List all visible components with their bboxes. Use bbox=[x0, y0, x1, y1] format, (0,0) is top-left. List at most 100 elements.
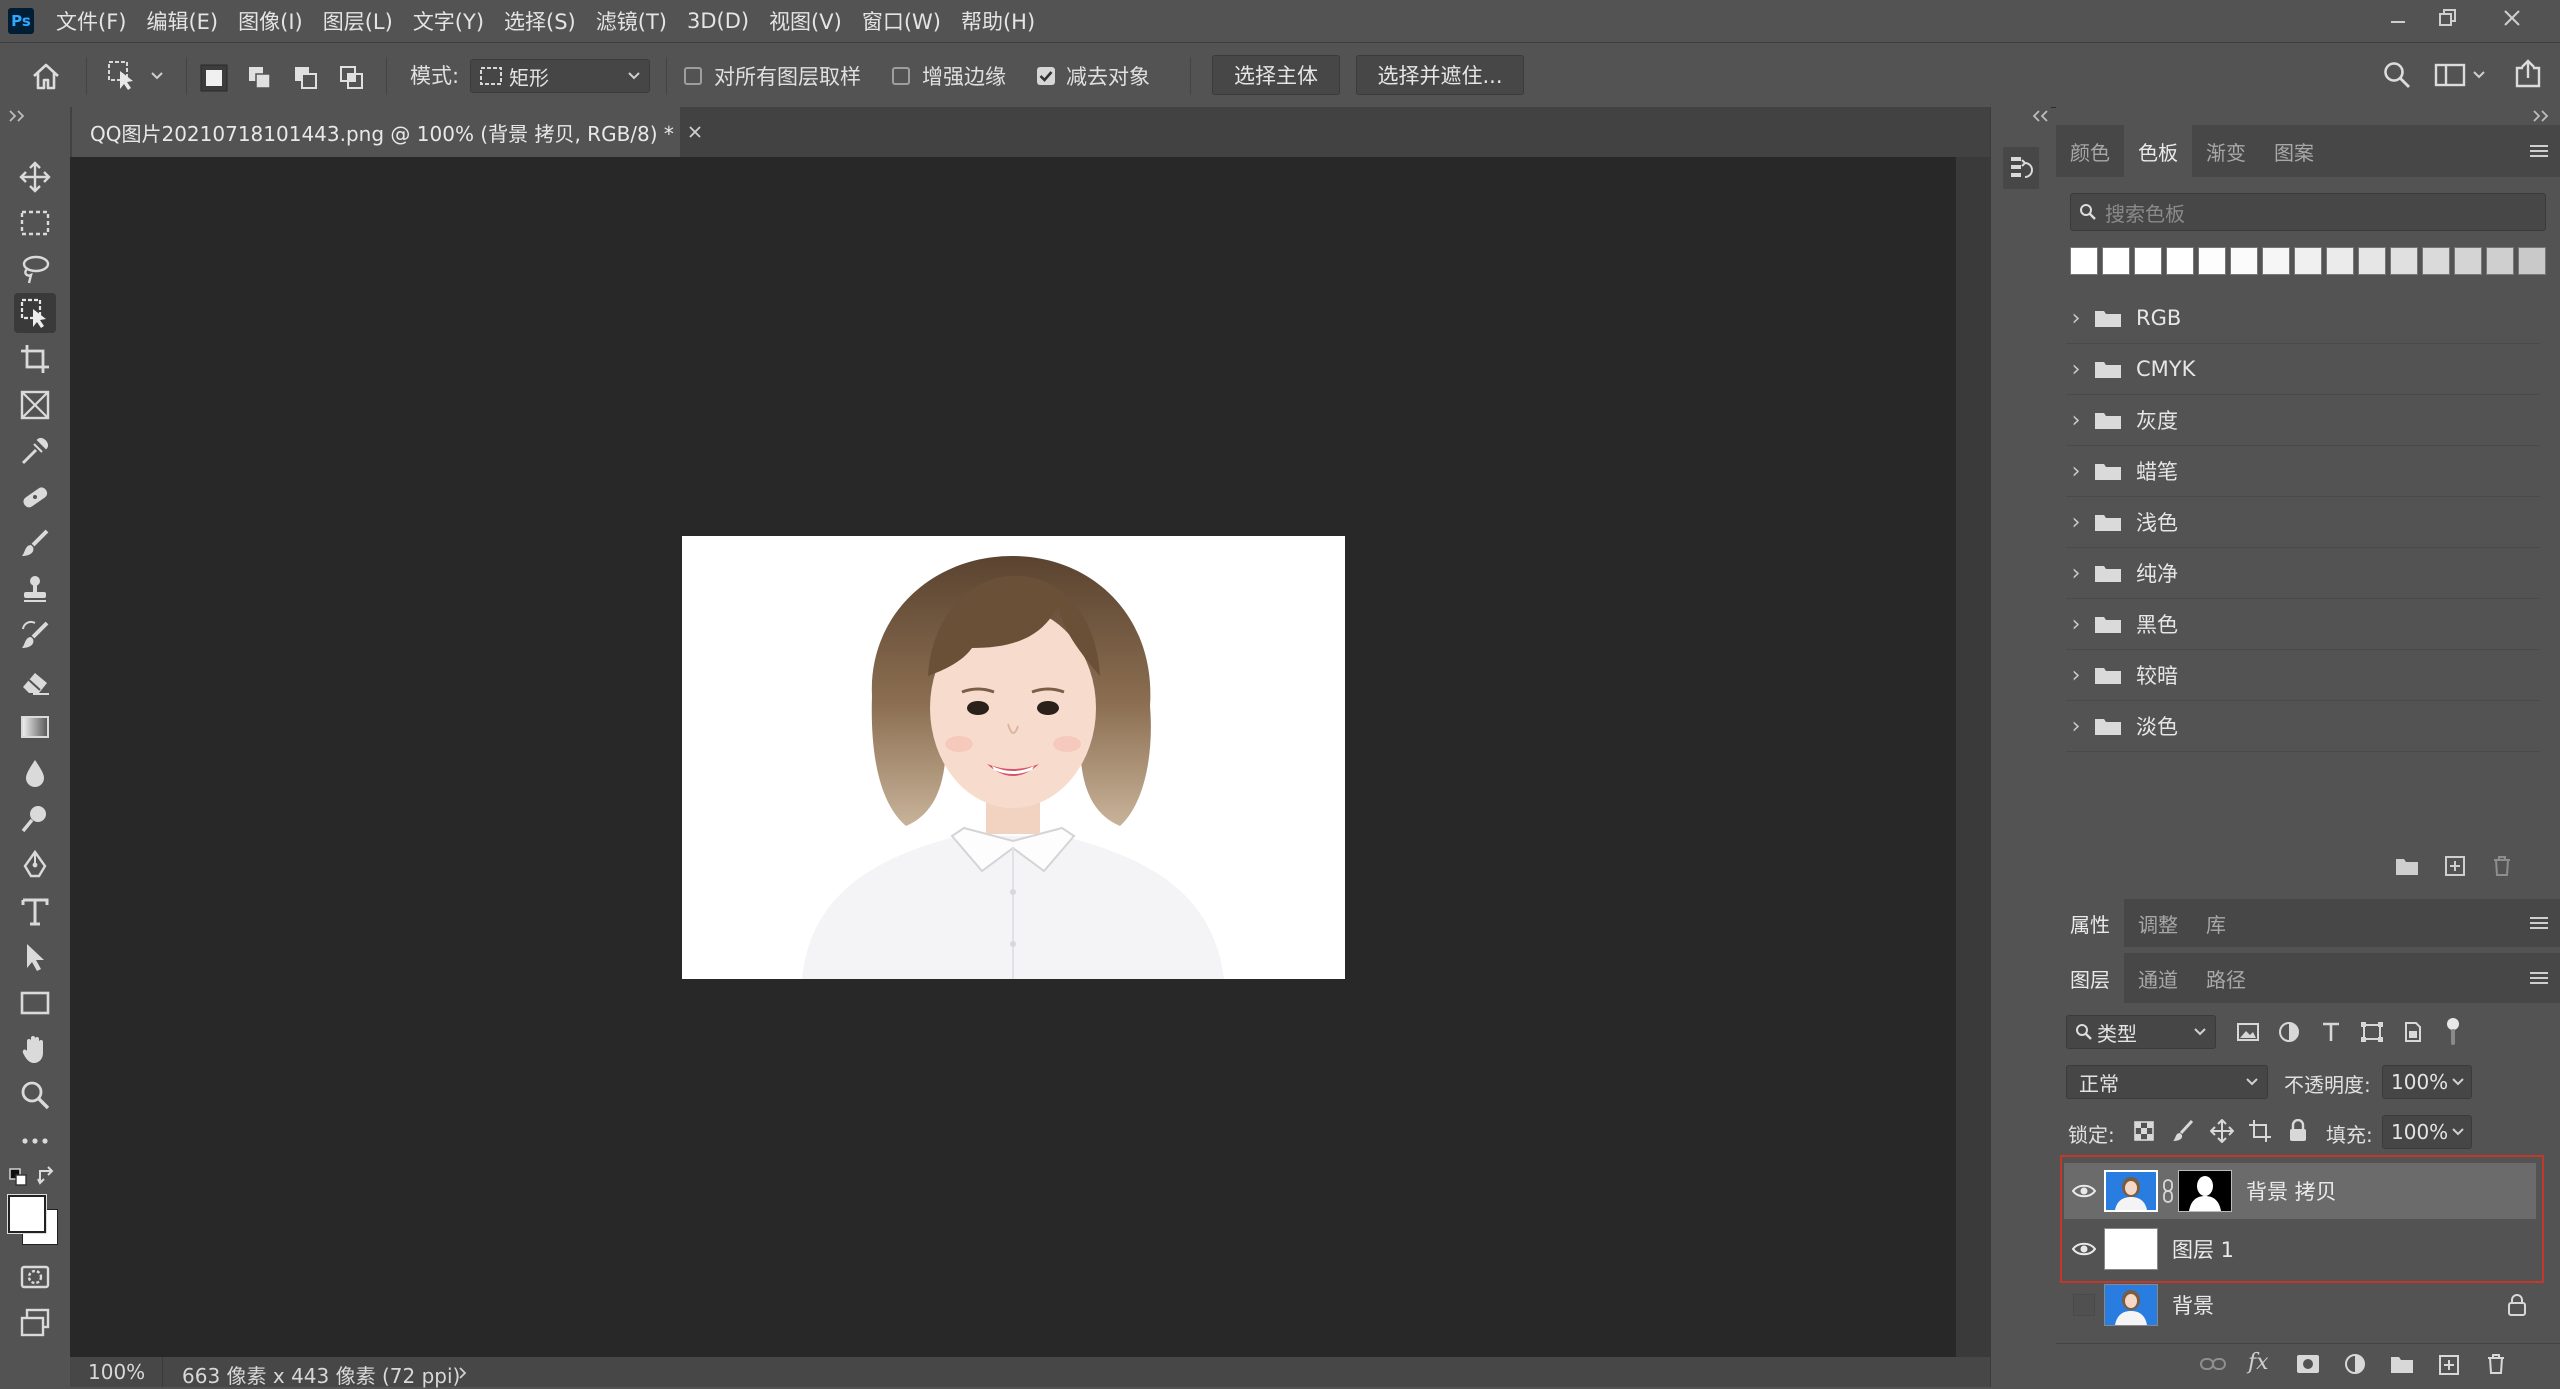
swatch-group-light[interactable]: › 浅色 bbox=[2066, 497, 2540, 548]
menu-3d[interactable]: 3D(D) bbox=[677, 9, 759, 33]
swatch[interactable] bbox=[2230, 247, 2258, 275]
tab-libraries[interactable]: 库 bbox=[2192, 899, 2240, 947]
filter-adjustment-icon[interactable] bbox=[2278, 1021, 2300, 1043]
select-subject-button[interactable]: 选择主体 bbox=[1212, 55, 1340, 95]
minimize-button[interactable] bbox=[2370, 0, 2426, 36]
history-brush-tool-icon[interactable] bbox=[14, 615, 56, 655]
link-icon[interactable] bbox=[2162, 1179, 2174, 1203]
swatch-group-pastel[interactable]: › 蜡笔 bbox=[2066, 446, 2540, 497]
swatch-search-input[interactable]: 搜索色板 bbox=[2070, 193, 2546, 231]
menu-type[interactable]: 文字(Y) bbox=[403, 6, 494, 36]
blur-tool-icon[interactable] bbox=[14, 753, 56, 793]
default-colors-icon[interactable] bbox=[8, 1167, 30, 1189]
menu-file[interactable]: 文件(F) bbox=[46, 6, 136, 36]
select-and-mask-button[interactable]: 选择并遮住... bbox=[1356, 55, 1524, 95]
panel-menu-icon[interactable] bbox=[2528, 143, 2550, 159]
layer-mask-thumbnail[interactable] bbox=[2178, 1170, 2232, 1212]
dodge-tool-icon[interactable] bbox=[14, 799, 56, 839]
document-canvas[interactable] bbox=[682, 536, 1345, 979]
pen-tool-icon[interactable] bbox=[14, 845, 56, 885]
lock-artboard-icon[interactable] bbox=[2248, 1119, 2272, 1143]
more-tools-icon[interactable] bbox=[14, 1121, 56, 1161]
menu-view[interactable]: 视图(V) bbox=[759, 6, 852, 36]
expand-dock-icon[interactable] bbox=[2031, 109, 2051, 123]
swatch[interactable] bbox=[2326, 247, 2354, 275]
new-layer-icon[interactable] bbox=[2438, 1354, 2460, 1376]
lock-position-icon[interactable] bbox=[2210, 1119, 2234, 1143]
intersect-selection-icon[interactable] bbox=[338, 64, 366, 92]
swatch[interactable] bbox=[2358, 247, 2386, 275]
tab-adjustments[interactable]: 调整 bbox=[2124, 899, 2192, 947]
brush-tool-icon[interactable] bbox=[14, 523, 56, 563]
healing-brush-tool-icon[interactable] bbox=[14, 477, 56, 517]
layer-name[interactable]: 背景 拷贝 bbox=[2246, 1176, 2337, 1206]
home-icon[interactable] bbox=[30, 61, 62, 91]
add-to-selection-icon[interactable] bbox=[246, 64, 274, 92]
lasso-tool-icon[interactable] bbox=[14, 249, 56, 289]
link-layers-icon[interactable] bbox=[2200, 1356, 2226, 1372]
swatch[interactable] bbox=[2198, 247, 2226, 275]
canvas-area[interactable] bbox=[70, 157, 1956, 1357]
menu-filter[interactable]: 滤镜(T) bbox=[586, 6, 677, 36]
tab-channels[interactable]: 通道 bbox=[2124, 953, 2192, 1003]
blend-mode-dropdown[interactable]: 正常 bbox=[2066, 1065, 2268, 1099]
object-selection-tool-icon[interactable] bbox=[14, 293, 56, 333]
panel-menu-icon[interactable] bbox=[2528, 970, 2550, 986]
new-swatch-icon[interactable] bbox=[2444, 855, 2466, 877]
delete-layer-icon[interactable] bbox=[2486, 1353, 2506, 1375]
layer-row[interactable]: 背景 拷贝 bbox=[2064, 1163, 2536, 1219]
rectangle-tool-icon[interactable] bbox=[14, 983, 56, 1023]
tab-swatches[interactable]: 色板 bbox=[2124, 125, 2192, 177]
tab-color[interactable]: 颜色 bbox=[2056, 125, 2124, 177]
lock-pixels-icon[interactable] bbox=[2172, 1119, 2194, 1143]
layer-style-fx-icon[interactable]: fx bbox=[2248, 1350, 2269, 1375]
tab-patterns[interactable]: 图案 bbox=[2260, 125, 2328, 177]
swatch[interactable] bbox=[2166, 247, 2194, 275]
gradient-tool-icon[interactable] bbox=[14, 707, 56, 747]
eraser-tool-icon[interactable] bbox=[14, 661, 56, 701]
filter-toggle-icon[interactable] bbox=[2446, 1017, 2460, 1047]
filter-smart-object-icon[interactable] bbox=[2402, 1021, 2424, 1043]
swatch[interactable] bbox=[2102, 247, 2130, 275]
visibility-toggle-empty[interactable] bbox=[2064, 1294, 2104, 1316]
collapse-toolbar-icon[interactable] bbox=[8, 109, 28, 123]
menu-layer[interactable]: 图层(L) bbox=[313, 6, 403, 36]
close-tab-icon[interactable] bbox=[688, 125, 702, 139]
layer-thumbnail[interactable] bbox=[2104, 1228, 2158, 1270]
filter-shape-icon[interactable] bbox=[2360, 1021, 2384, 1043]
new-group-icon[interactable] bbox=[2394, 855, 2420, 877]
menu-edit[interactable]: 编辑(E) bbox=[136, 6, 228, 36]
tab-gradients[interactable]: 渐变 bbox=[2192, 125, 2260, 177]
clone-stamp-tool-icon[interactable] bbox=[14, 569, 56, 609]
close-window-button[interactable] bbox=[2484, 0, 2540, 36]
swatch-group-rgb[interactable]: › RGB bbox=[2066, 293, 2540, 344]
layer-thumbnail[interactable] bbox=[2104, 1170, 2158, 1212]
tab-layers[interactable]: 图层 bbox=[2056, 953, 2124, 1003]
layer-thumbnail[interactable] bbox=[2104, 1284, 2158, 1326]
layer-row[interactable]: 背景 bbox=[2064, 1277, 2536, 1333]
layer-name[interactable]: 背景 bbox=[2172, 1290, 2214, 1320]
add-mask-icon[interactable] bbox=[2296, 1354, 2320, 1374]
frame-tool-icon[interactable] bbox=[14, 385, 56, 425]
path-selection-tool-icon[interactable] bbox=[14, 937, 56, 977]
swatch[interactable] bbox=[2486, 247, 2514, 275]
zoom-tool-icon[interactable] bbox=[14, 1075, 56, 1115]
foreground-color-swatch[interactable] bbox=[8, 1195, 46, 1233]
fill-field[interactable]: 100% bbox=[2382, 1115, 2472, 1149]
subtract-object-checkbox[interactable] bbox=[1036, 66, 1056, 86]
menu-window[interactable]: 窗口(W) bbox=[852, 6, 951, 36]
swatch-group-cmyk[interactable]: › CMYK bbox=[2066, 344, 2540, 395]
layer-filter-dropdown[interactable]: 类型 bbox=[2066, 1015, 2216, 1049]
layer-row[interactable]: 图层 1 bbox=[2064, 1221, 2536, 1277]
layer-name[interactable]: 图层 1 bbox=[2172, 1234, 2234, 1264]
subtract-from-selection-icon[interactable] bbox=[292, 64, 320, 92]
type-tool-icon[interactable] bbox=[14, 891, 56, 931]
hand-tool-icon[interactable] bbox=[14, 1029, 56, 1069]
swatch[interactable] bbox=[2134, 247, 2162, 275]
menu-select[interactable]: 选择(S) bbox=[494, 6, 586, 36]
swap-colors-icon[interactable] bbox=[36, 1165, 58, 1187]
mode-dropdown[interactable]: 矩形 bbox=[470, 59, 650, 93]
swatch[interactable] bbox=[2422, 247, 2450, 275]
status-more-icon[interactable] bbox=[458, 1366, 468, 1380]
collapse-panels-icon[interactable] bbox=[2532, 109, 2552, 123]
